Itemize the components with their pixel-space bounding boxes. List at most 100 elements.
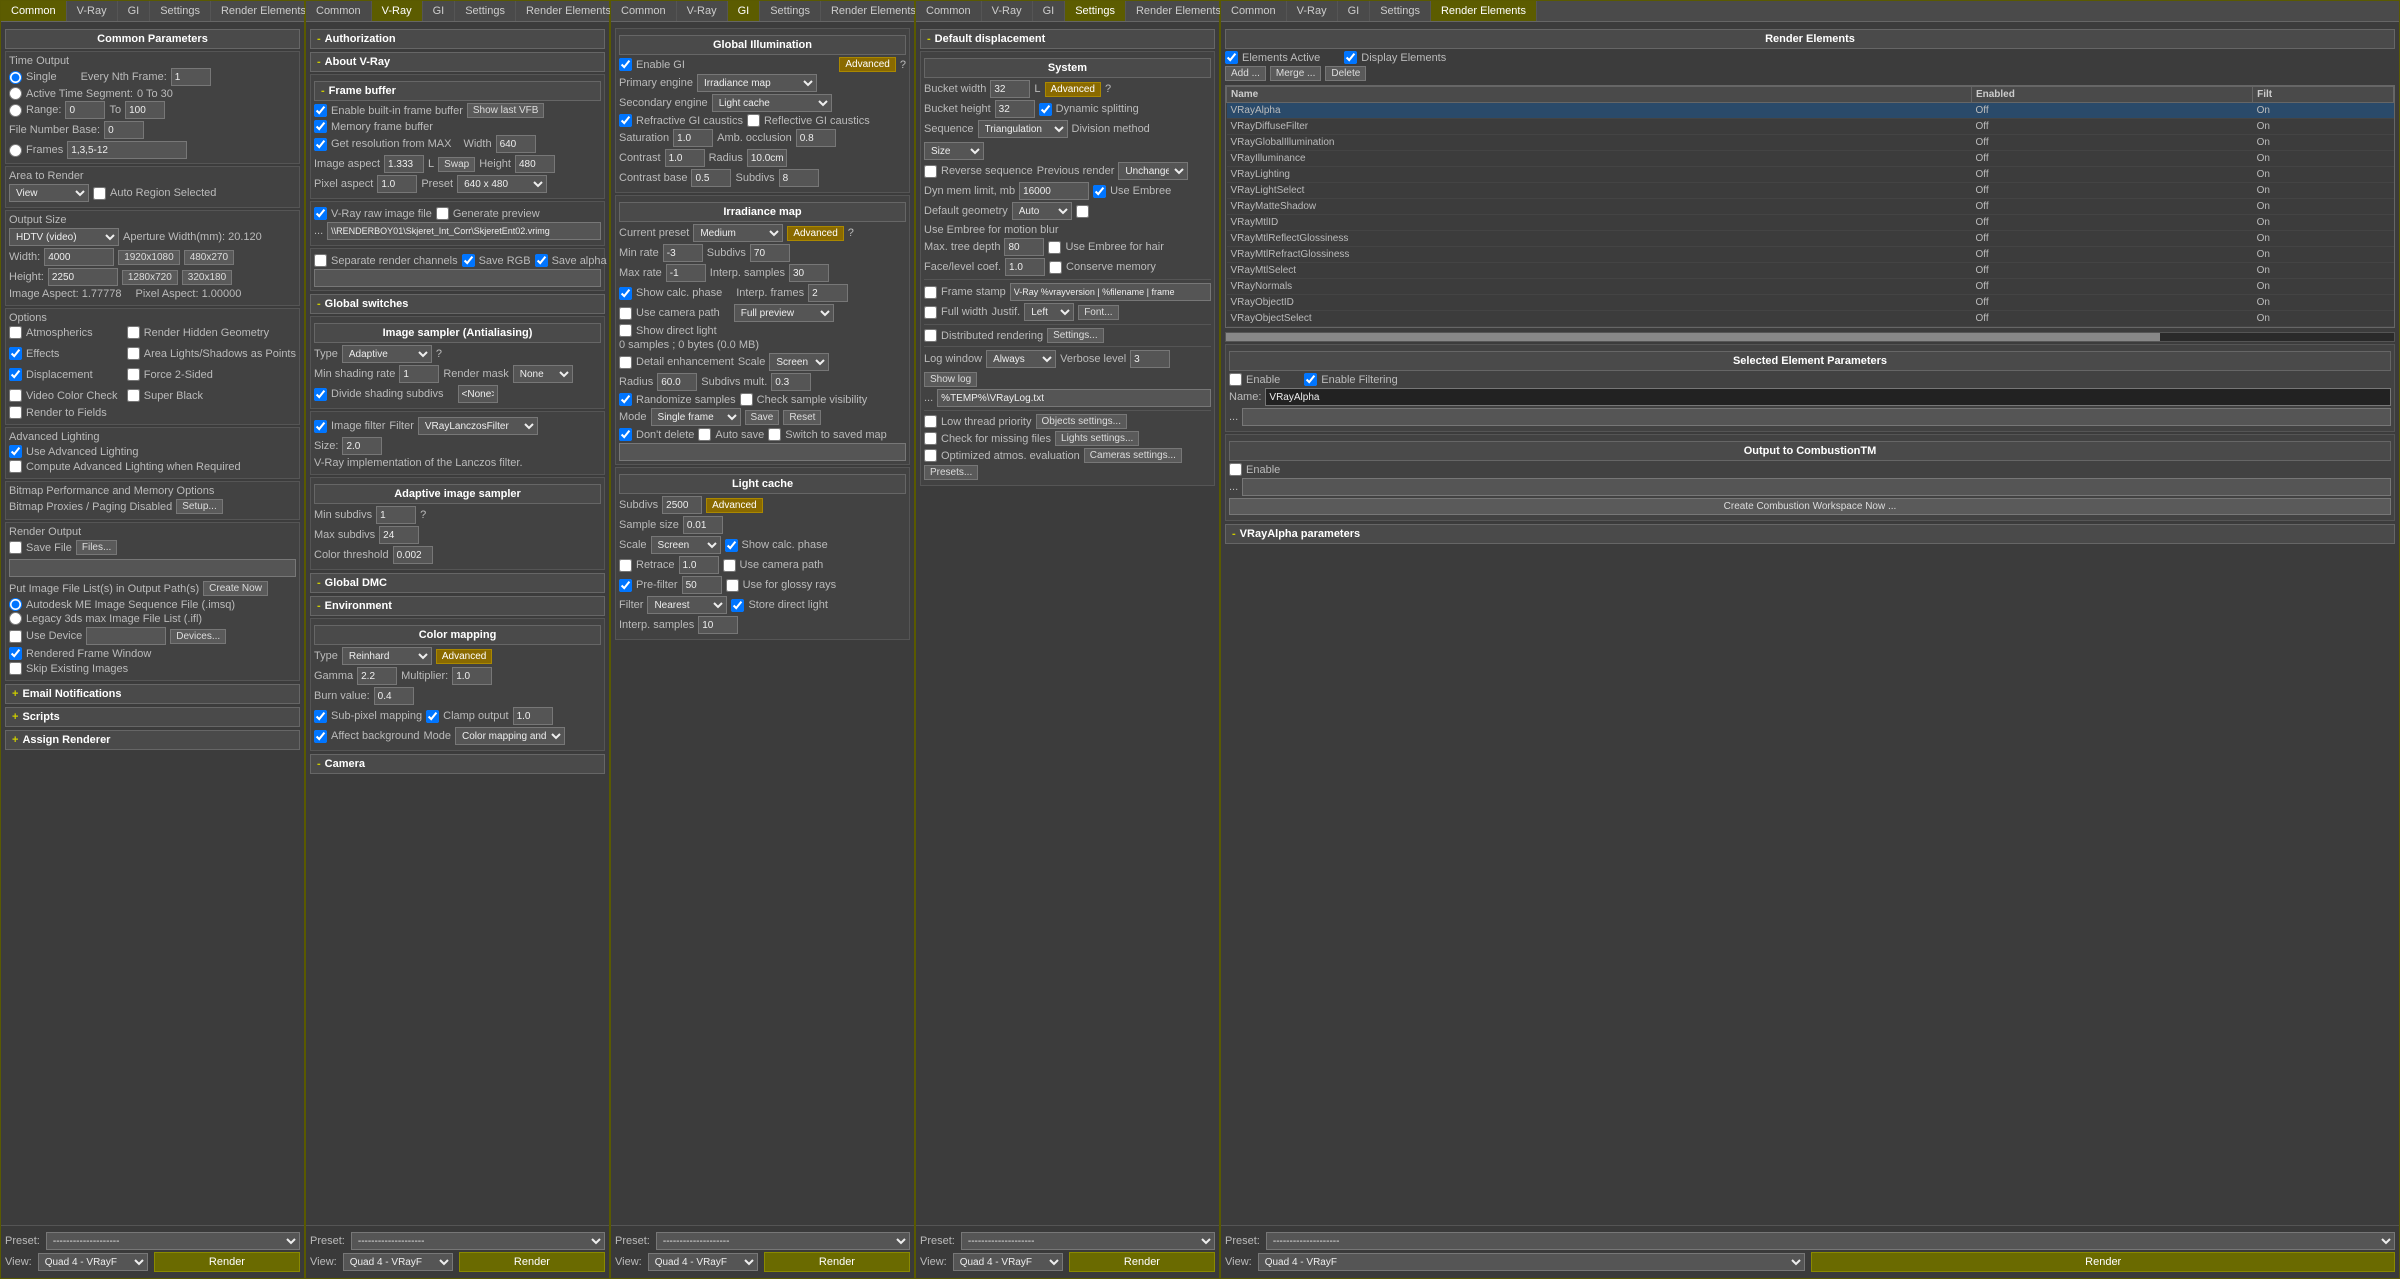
optimized-atmos-check[interactable] xyxy=(924,449,937,462)
verbose-input[interactable] xyxy=(1130,350,1170,368)
gen-preview-check[interactable] xyxy=(436,207,449,220)
clamp-output-check[interactable] xyxy=(426,710,439,723)
save-path-input[interactable] xyxy=(9,559,296,577)
tab-settings-3[interactable]: Settings xyxy=(760,1,821,21)
environment-header[interactable]: - Environment xyxy=(310,596,605,616)
saturation-input[interactable] xyxy=(673,129,713,147)
embree-motion-check[interactable] xyxy=(1076,205,1089,218)
sys-advanced-btn[interactable]: Advanced xyxy=(1045,82,1101,97)
log-window-select[interactable]: Always xyxy=(986,350,1056,368)
none-input[interactable] xyxy=(458,385,498,403)
email-header[interactable]: + Email Notifications xyxy=(5,684,300,704)
interp-samples-input[interactable] xyxy=(789,264,829,282)
div-method-select[interactable]: Size xyxy=(924,142,984,160)
gi-advanced-btn[interactable]: Advanced xyxy=(839,57,895,72)
tab-gi-1[interactable]: GI xyxy=(118,1,151,21)
font-btn[interactable]: Font... xyxy=(1078,305,1118,320)
compute-adv-lighting-check[interactable] xyxy=(9,460,22,473)
view-select-1[interactable]: Quad 4 - VRayF xyxy=(38,1253,148,1271)
table-row[interactable]: VRayMtlID Off On xyxy=(1227,215,2394,231)
show-log-btn[interactable]: Show log xyxy=(924,372,977,387)
single-radio[interactable] xyxy=(9,71,22,84)
get-res-check[interactable] xyxy=(314,138,327,151)
preset-select-4[interactable]: -------------------- xyxy=(961,1232,1215,1250)
use-camera-path-check[interactable] xyxy=(619,307,632,320)
irr-save-btn[interactable]: Save xyxy=(745,410,780,425)
fb-preset-select[interactable]: 640 x 480 xyxy=(457,175,547,193)
show-last-vfb-btn[interactable]: Show last VFB xyxy=(467,103,545,118)
display-elements-check[interactable] xyxy=(1344,51,1357,64)
camera-header[interactable]: - Camera xyxy=(310,754,605,774)
tab-render-elements-3[interactable]: Render Elements xyxy=(821,1,927,21)
frame-buffer-header[interactable]: - Frame buffer xyxy=(314,81,601,101)
scroll-track[interactable] xyxy=(1225,332,2395,342)
detail-enhance-check[interactable] xyxy=(619,356,632,369)
render-mask-select[interactable]: None xyxy=(513,365,573,383)
merge-btn[interactable]: Merge ... xyxy=(1270,66,1321,81)
check-sample-check[interactable] xyxy=(740,393,753,406)
auto-save-check[interactable] xyxy=(698,428,711,441)
rendered-frame-check[interactable] xyxy=(9,647,22,660)
create-combustion-btn[interactable]: Create Combustion Workspace Now ... xyxy=(1229,498,2391,515)
tab-render-elements-5[interactable]: Render Elements xyxy=(1431,1,1537,21)
lc-use-camera-check[interactable] xyxy=(723,559,736,572)
radius-gi-input[interactable] xyxy=(747,149,787,167)
fb-width-input[interactable] xyxy=(496,135,536,153)
tab-vray-3[interactable]: V-Ray xyxy=(677,1,728,21)
table-row[interactable]: VRayObjectSelect Off On xyxy=(1227,311,2394,327)
raw-path-input[interactable] xyxy=(327,222,601,240)
tab-settings-4[interactable]: Settings xyxy=(1065,1,1126,21)
range-radio[interactable] xyxy=(9,104,22,117)
sep-channels-path-input[interactable] xyxy=(314,269,601,287)
table-row[interactable]: VRayMtlSelect Off On xyxy=(1227,263,2394,279)
lc-subdivs-input[interactable] xyxy=(662,496,702,514)
filter-size-input[interactable] xyxy=(342,437,382,455)
tab-vray-2[interactable]: V-Ray xyxy=(372,1,423,21)
lc-advanced-btn[interactable]: Advanced xyxy=(706,498,762,513)
about-vray-header[interactable]: - About V-Ray xyxy=(310,52,605,72)
files-btn[interactable]: Files... xyxy=(76,540,117,555)
preset-select-3[interactable]: -------------------- xyxy=(656,1232,910,1250)
table-row[interactable]: VRayObjectID Off On xyxy=(1227,295,2394,311)
save-rgb-check[interactable] xyxy=(462,254,475,267)
lc-retrace-input[interactable] xyxy=(679,556,719,574)
interp-frames-input[interactable] xyxy=(808,284,848,302)
effects-check[interactable] xyxy=(9,347,22,360)
authorization-header[interactable]: - Authorization xyxy=(310,29,605,49)
max-subdivs-input[interactable] xyxy=(379,526,419,544)
res-320-btn[interactable]: 320x180 xyxy=(182,270,232,285)
memory-fb-check[interactable] xyxy=(314,120,327,133)
lc-scale-select[interactable]: Screen xyxy=(651,536,721,554)
tab-gi-5[interactable]: GI xyxy=(1338,1,1371,21)
frame-stamp-input[interactable] xyxy=(1010,283,1211,301)
sel-name-input[interactable] xyxy=(1265,388,2391,406)
min-subdivs-input[interactable] xyxy=(376,506,416,524)
render-btn-1[interactable]: Render xyxy=(154,1252,300,1272)
add-btn[interactable]: Add ... xyxy=(1225,66,1266,81)
tab-gi-4[interactable]: GI xyxy=(1033,1,1066,21)
swap-btn[interactable]: Swap xyxy=(438,157,475,172)
tab-vray-1[interactable]: V-Ray xyxy=(67,1,118,21)
render-btn-4[interactable]: Render xyxy=(1069,1252,1215,1272)
sel-path-input[interactable] xyxy=(1242,408,2391,426)
range-from-input[interactable] xyxy=(65,101,105,119)
max-rate-input[interactable] xyxy=(666,264,706,282)
cm-gamma-input[interactable] xyxy=(357,667,397,685)
amb-occl-input[interactable] xyxy=(796,129,836,147)
lc-interp-input[interactable] xyxy=(698,616,738,634)
render-btn-5[interactable]: Render xyxy=(1811,1252,2395,1272)
tab-settings-1[interactable]: Settings xyxy=(150,1,211,21)
table-row[interactable]: VRayNormals Off On xyxy=(1227,279,2394,295)
height-input[interactable] xyxy=(48,268,118,286)
prev-render-select[interactable]: Unchange xyxy=(1118,162,1188,180)
table-row[interactable]: VRayGlobalIllumination Off On xyxy=(1227,135,2394,151)
res-1920-btn[interactable]: 1920x1080 xyxy=(118,250,180,265)
show-direct-check[interactable] xyxy=(619,324,632,337)
primary-engine-select[interactable]: Irradiance map xyxy=(697,74,817,92)
preset-select-2[interactable]: -------------------- xyxy=(351,1232,605,1250)
tab-render-elements-1[interactable]: Render Elements xyxy=(211,1,317,21)
low-thread-check[interactable] xyxy=(924,415,937,428)
save-alpha-check[interactable] xyxy=(535,254,548,267)
cm-mode-select[interactable]: Color mapping and g xyxy=(455,727,565,745)
view-select-2[interactable]: Quad 4 - VRayF xyxy=(343,1253,453,1271)
